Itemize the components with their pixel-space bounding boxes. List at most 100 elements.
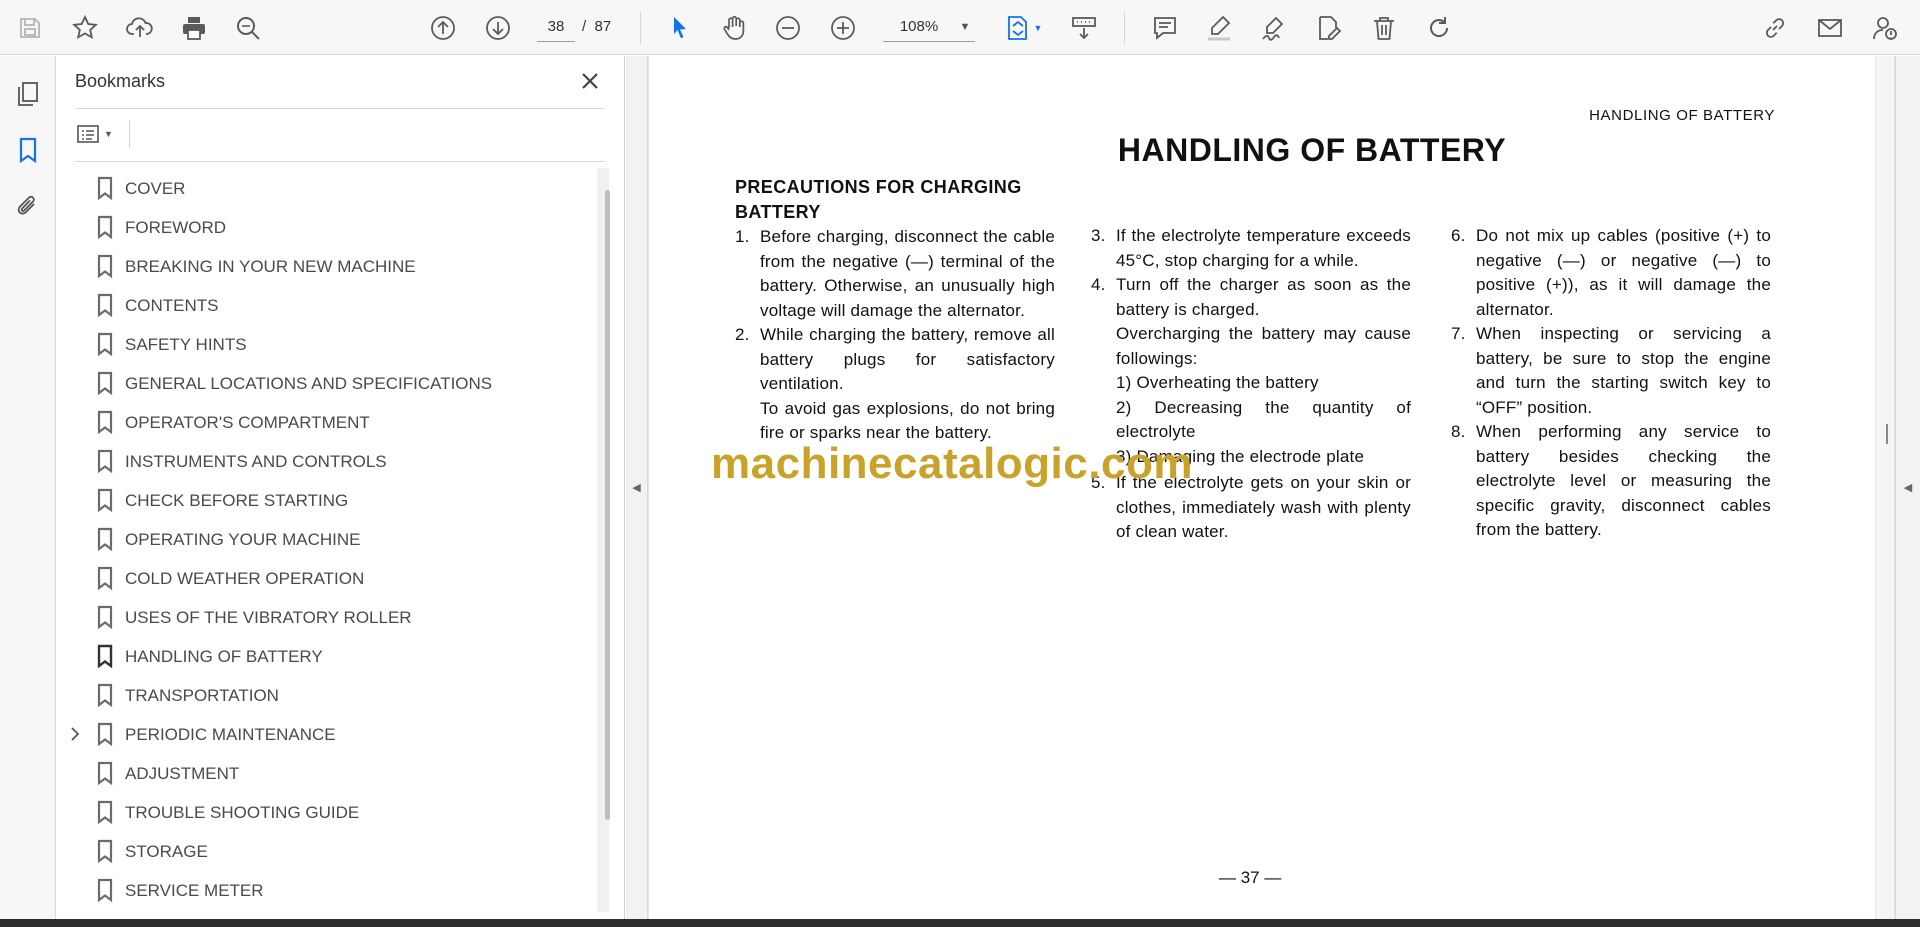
bookmark-options-button[interactable]: ▼ (75, 119, 121, 149)
prev-page-icon[interactable] (425, 10, 461, 46)
hand-icon[interactable] (716, 10, 752, 46)
bookmark-item-transportation[interactable]: TRANSPORTATION (57, 675, 597, 714)
bookmark-label: COLD WEATHER OPERATION (125, 569, 365, 588)
bookmark-icon (95, 566, 115, 591)
scrollbar-grip[interactable] (1886, 424, 1888, 444)
list-item: 1. Before charging, disconnect the cable … (735, 225, 1055, 323)
bookmark-item-safety-hints[interactable]: SAFETY HINTS (57, 324, 597, 363)
chevron-right-icon[interactable] (65, 724, 85, 744)
expand-right-panel-button[interactable]: ◀ (1895, 56, 1920, 919)
divider (129, 120, 130, 148)
fit-page-icon[interactable]: ▼ (1000, 10, 1046, 46)
highlight-icon[interactable] (1201, 10, 1237, 46)
bookmark-item-service-meter[interactable]: SERVICE METER (57, 870, 597, 909)
next-page-icon[interactable] (480, 10, 516, 46)
list-item: 6. Do not mix up cables (positive (+) to … (1451, 224, 1771, 322)
bookmark-icon (95, 488, 115, 513)
close-icon[interactable] (575, 66, 605, 96)
zoom-select[interactable]: 108% ▼ (883, 12, 975, 42)
list-item: 8. When performing any service to battery… (1451, 420, 1771, 543)
select-cursor-icon[interactable] (662, 10, 698, 46)
email-icon[interactable] (1812, 10, 1848, 46)
bookmark-item-contents[interactable]: CONTENTS (57, 285, 597, 324)
toolbar-divider (1124, 12, 1125, 44)
bookmark-list: COVER FOREWORD BREAKING IN YOUR NEW MACH… (57, 168, 597, 909)
zoom-in-icon[interactable] (825, 10, 861, 46)
comment-icon[interactable] (1147, 10, 1183, 46)
bookmark-icon (95, 644, 115, 669)
panel-scroll-thumb[interactable] (605, 190, 610, 820)
link-icon[interactable] (1757, 10, 1793, 46)
bookmark-item-foreword[interactable]: FOREWORD (57, 207, 597, 246)
bookmark-icon (95, 449, 115, 474)
bookmark-item-vibratory-roller[interactable]: USES OF THE VIBRATORY ROLLER (57, 597, 597, 636)
zoom-search-icon[interactable] (230, 10, 266, 46)
bookmark-item-cover[interactable]: COVER (57, 168, 597, 207)
chevron-left-icon: ◀ (632, 482, 641, 494)
bookmark-item-cold-weather[interactable]: COLD WEATHER OPERATION (57, 558, 597, 597)
bookmarks-panel: Bookmarks ▼ COVER FOREWORD BREAKING IN Y… (57, 56, 625, 919)
bookmark-icon (95, 800, 115, 825)
bookmark-item-operators-compartment[interactable]: OPERATOR'S COMPARTMENT (57, 402, 597, 441)
bookmark-item-instruments[interactable]: INSTRUMENTS AND CONTROLS (57, 441, 597, 480)
bookmark-icon (95, 761, 115, 786)
page-total: / 87 (582, 18, 611, 35)
item-text: Do not mix up cables (positive (+) to ne… (1476, 226, 1771, 319)
item-number: 3. (1091, 226, 1106, 245)
bookmark-item-check-before-starting[interactable]: CHECK BEFORE STARTING (57, 480, 597, 519)
bookmark-icon (95, 839, 115, 864)
bookmark-label: OPERATING YOUR MACHINE (125, 530, 361, 549)
bookmark-item-operating[interactable]: OPERATING YOUR MACHINE (57, 519, 597, 558)
bookmark-item-handling-of-battery[interactable]: HANDLING OF BATTERY (57, 636, 597, 675)
bookmark-item-adjustment[interactable]: ADJUSTMENT (57, 753, 597, 792)
bookmark-label: HANDLING OF BATTERY (125, 647, 323, 666)
sub-item: 1) Overheating the battery (1116, 373, 1319, 392)
bookmark-item-trouble-shooting[interactable]: TROUBLE SHOOTING GUIDE (57, 792, 597, 831)
watermark: machinecatalogic.com (711, 439, 1193, 488)
list-item: 2. While charging the battery, remove all… (735, 323, 1055, 397)
delete-icon[interactable] (1366, 10, 1402, 46)
item-number: 4. (1091, 275, 1106, 294)
bookmark-item-breaking-in[interactable]: BREAKING IN YOUR NEW MACHINE (57, 246, 597, 285)
print-icon[interactable] (176, 10, 212, 46)
zoom-out-icon[interactable] (770, 10, 806, 46)
list-item: 4. Turn off the charger as soon as the ba… (1091, 273, 1411, 322)
paragraph: Overcharging the battery may cause follo… (1116, 324, 1411, 368)
upload-icon[interactable] (122, 10, 158, 46)
panel-title: Bookmarks (75, 71, 166, 91)
bookmark-label: BREAKING IN YOUR NEW MACHINE (125, 257, 416, 276)
item-number: 8. (1451, 422, 1466, 441)
main-toolbar: / 87 108% ▼ ▼ (0, 0, 1920, 55)
taskbar-edge (0, 919, 1920, 927)
collapse-panel-button[interactable]: ◀ (626, 56, 648, 919)
bookmark-label: FOREWORD (125, 218, 227, 237)
list-item: 3. If the electrolyte temperature exceeds… (1091, 224, 1411, 273)
item-number: 1. (735, 227, 750, 246)
item-text: Turn off the charger as soon as the batt… (1116, 275, 1411, 319)
bookmark-label: ADJUSTMENT (125, 764, 240, 783)
rotate-icon[interactable] (1421, 10, 1457, 46)
account-icon[interactable] (1867, 10, 1903, 46)
attachment-icon[interactable] (10, 188, 46, 224)
pdf-page: HANDLING OF BATTERY HANDLING OF BATTERY … (649, 56, 1875, 919)
bookmark-item-storage[interactable]: STORAGE (57, 831, 597, 870)
bookmark-label: PERIODIC MAINTENANCE (125, 725, 336, 744)
page-title: HANDLING OF BATTERY (1117, 132, 1507, 168)
bookmark-panel-icon[interactable] (10, 132, 46, 168)
navigation-rail (0, 56, 56, 919)
page-number-input[interactable] (537, 12, 575, 42)
document-scrollbar[interactable] (1876, 56, 1894, 919)
star-icon[interactable] (67, 10, 103, 46)
page-thumbnails-icon[interactable] (10, 76, 46, 112)
item-text: When performing any service to battery b… (1476, 422, 1771, 539)
scroll-mode-icon[interactable] (1066, 10, 1102, 46)
bookmark-item-general-locations[interactable]: GENERAL LOCATIONS AND SPECIFICATIONS (57, 363, 597, 402)
item-number: 7. (1451, 324, 1466, 343)
save-icon[interactable] (12, 10, 48, 46)
sign-icon[interactable] (1256, 10, 1292, 46)
bookmark-item-periodic-maintenance[interactable]: PERIODIC MAINTENANCE (57, 714, 597, 753)
item-text: While charging the battery, remove all b… (760, 325, 1055, 393)
edit-icon[interactable] (1311, 10, 1347, 46)
item-text: If the electrolyte temperature exceeds 4… (1116, 226, 1411, 270)
bookmark-icon (95, 605, 115, 630)
